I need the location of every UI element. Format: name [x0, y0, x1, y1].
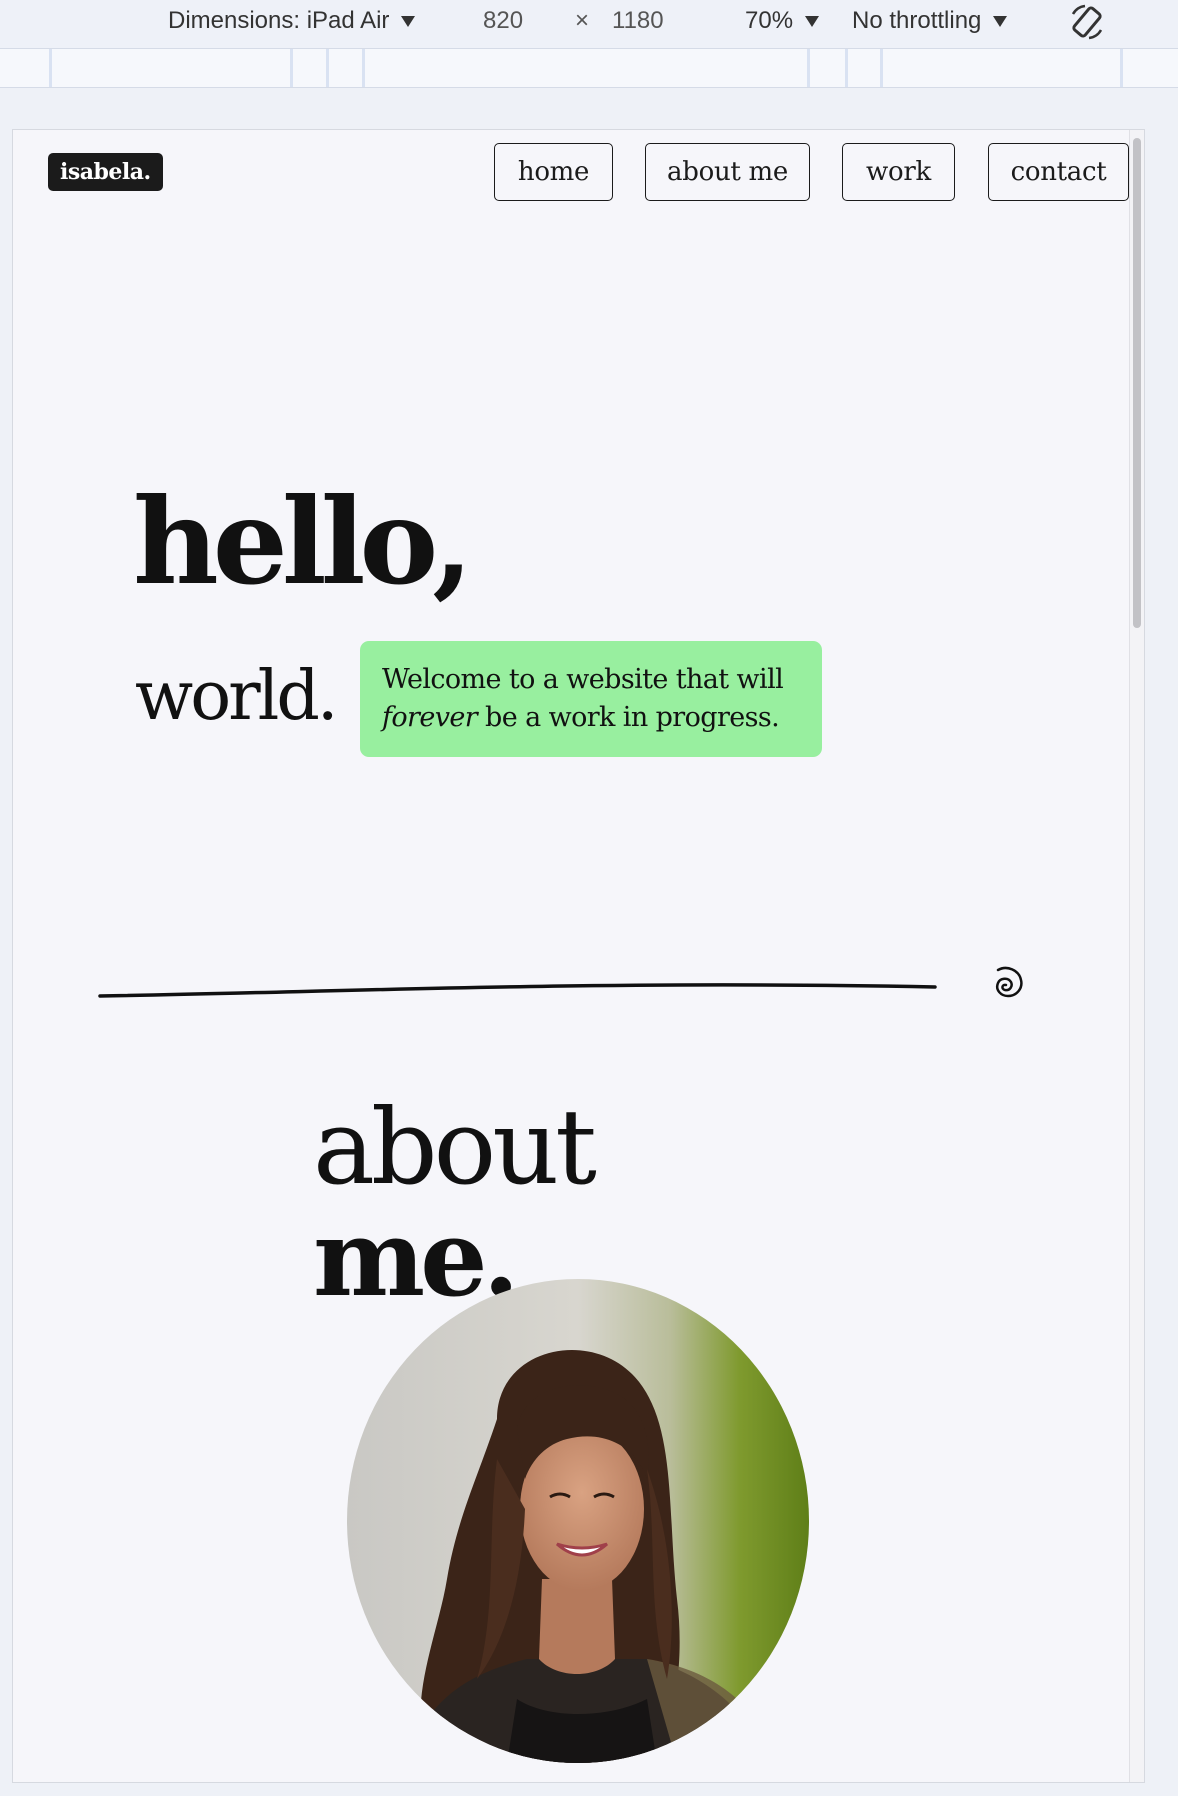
spiral-icon: [996, 966, 1023, 998]
chevron-down-icon: [401, 15, 416, 27]
scrollbar-thumb[interactable]: [1133, 138, 1141, 628]
throttling-label: No throttling: [852, 7, 982, 34]
ruler-marker[interactable]: [1120, 49, 1123, 87]
nav-contact-button[interactable]: contact: [988, 143, 1129, 201]
welcome-line2-rest: be a work in progress.: [477, 702, 780, 733]
hero-hello-heading: hello,: [133, 472, 473, 611]
about-heading: about: [313, 1086, 597, 1208]
divider-line: [98, 983, 937, 998]
ruler-marker[interactable]: [290, 49, 293, 87]
about-me-heading: me.: [313, 1195, 520, 1320]
nav-about-button[interactable]: about me: [645, 143, 810, 201]
media-query-ruler: [0, 49, 1178, 88]
profile-photo: [347, 1279, 809, 1763]
zoom-label: 70%: [745, 7, 794, 34]
ruler-marker[interactable]: [845, 49, 848, 87]
chevron-down-icon: [993, 15, 1008, 27]
site-logo[interactable]: isabela.: [48, 153, 163, 191]
zoom-dropdown[interactable]: 70%: [745, 7, 820, 35]
hand-drawn-divider: [98, 966, 1023, 998]
throttling-dropdown[interactable]: No throttling: [852, 7, 1008, 35]
nav-work-button[interactable]: work: [842, 143, 955, 201]
ruler-marker[interactable]: [362, 49, 365, 87]
ruler-marker[interactable]: [326, 49, 329, 87]
welcome-italic-word: forever: [382, 702, 478, 733]
hero-world-heading: world.: [135, 657, 339, 736]
dimension-times-symbol: ×: [575, 7, 590, 34]
ruler-marker[interactable]: [49, 49, 52, 87]
ruler-marker[interactable]: [880, 49, 883, 87]
welcome-line1: Welcome to a website that will: [382, 664, 784, 695]
nav-home-button[interactable]: home: [494, 143, 613, 201]
welcome-callout: Welcome to a website that will forever b…: [360, 641, 822, 757]
devtools-device-toolbar: Dimensions: iPad Air 820 × 1180 70% No t…: [0, 0, 1178, 49]
chevron-down-icon: [805, 15, 820, 27]
device-dimensions-label: Dimensions: iPad Air: [168, 7, 390, 34]
viewport-width-input[interactable]: 820: [483, 7, 523, 35]
device-dimensions-dropdown[interactable]: Dimensions: iPad Air: [168, 7, 416, 35]
rotate-icon[interactable]: [1067, 2, 1107, 42]
ruler-marker[interactable]: [807, 49, 810, 87]
page-scrollbar[interactable]: [1129, 130, 1144, 1782]
viewport-height-input[interactable]: 1180: [612, 7, 664, 35]
emulated-viewport: isabela. home about me work contact hell…: [12, 129, 1145, 1783]
